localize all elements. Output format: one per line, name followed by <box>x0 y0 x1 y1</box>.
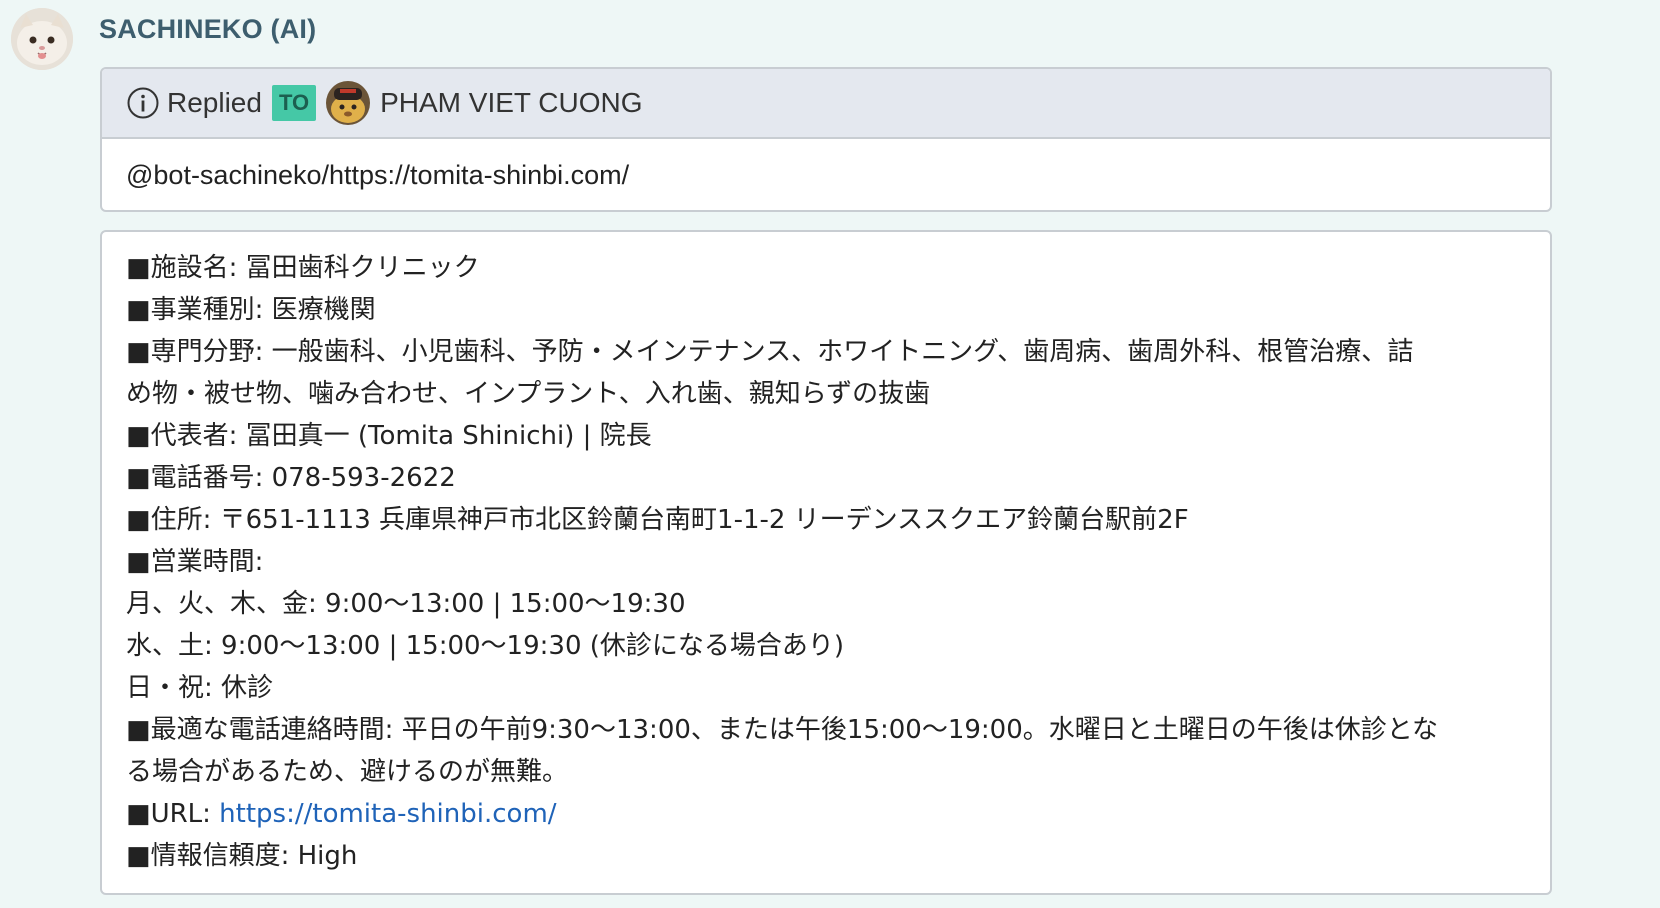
message-line-hours-wed-sat: 水、土: 9:00〜13:00 | 15:00〜19:30 (休診になる場合あり… <box>126 631 845 661</box>
info-circle-icon <box>126 86 160 120</box>
message-line-best-call-time-cont: る場合があるため、避けるのが無難。 <box>126 757 569 787</box>
sender-avatar[interactable] <box>11 8 73 70</box>
sender-name[interactable]: SACHINEKO (AI) <box>99 14 316 45</box>
message-line-hours-sun-holiday: 日・祝: 休診 <box>126 673 274 703</box>
message-line-best-call-time: ■最適な電話連絡時間: 平日の午前9:30〜13:00、または午後15:00〜1… <box>126 715 1438 745</box>
recipient-name[interactable]: PHAM VIET CUONG <box>380 87 642 119</box>
reply-card: Replied TO PHAM VIET CUONG @bot-sachinek… <box>100 67 1552 212</box>
message-line-specialty: ■専門分野: 一般歯科、小児歯科、予防・メインテナンス、ホワイトニング、歯周病、… <box>126 337 1414 367</box>
replied-label: Replied <box>167 87 262 118</box>
message-line-address: ■住所: 〒651-1113 兵庫県神戸市北区鈴蘭台南町1-1-2 リーデンスス… <box>126 505 1189 535</box>
reply-header: Replied TO PHAM VIET CUONG <box>102 69 1550 139</box>
message-line-url: ■URL: https://tomita-shinbi.com/ <box>126 793 1526 835</box>
to-badge: TO <box>271 85 317 121</box>
message-line-representative: ■代表者: 冨田真一 (Tomita Shinichi) | 院長 <box>126 421 652 451</box>
message-line-facility: ■施設名: 冨田歯科クリニック <box>126 253 480 283</box>
message-line-business-type: ■事業種別: 医療機関 <box>126 295 376 325</box>
message-line-hours-weekday: 月、火、木、金: 9:00〜13:00 | 15:00〜19:30 <box>126 589 686 619</box>
message-card: ■施設名: 冨田歯科クリニック ■事業種別: 医療機関 ■専門分野: 一般歯科、… <box>100 230 1552 895</box>
url-label: ■URL: <box>126 799 220 829</box>
message-line-reliability: ■情報信頼度: High <box>126 841 358 871</box>
url-link[interactable]: https://tomita-shinbi.com/ <box>219 799 556 829</box>
message-line-phone: ■電話番号: 078-593-2622 <box>126 463 456 493</box>
message-line-hours-title: ■営業時間: <box>126 547 264 577</box>
quoted-message: @bot-sachineko/https://tomita-shinbi.com… <box>126 159 630 190</box>
message-line-specialty-cont: め物・被せ物、噛み合わせ、インプラント、入れ歯、親知らずの抜歯 <box>126 379 931 409</box>
recipient-avatar[interactable] <box>326 81 371 125</box>
